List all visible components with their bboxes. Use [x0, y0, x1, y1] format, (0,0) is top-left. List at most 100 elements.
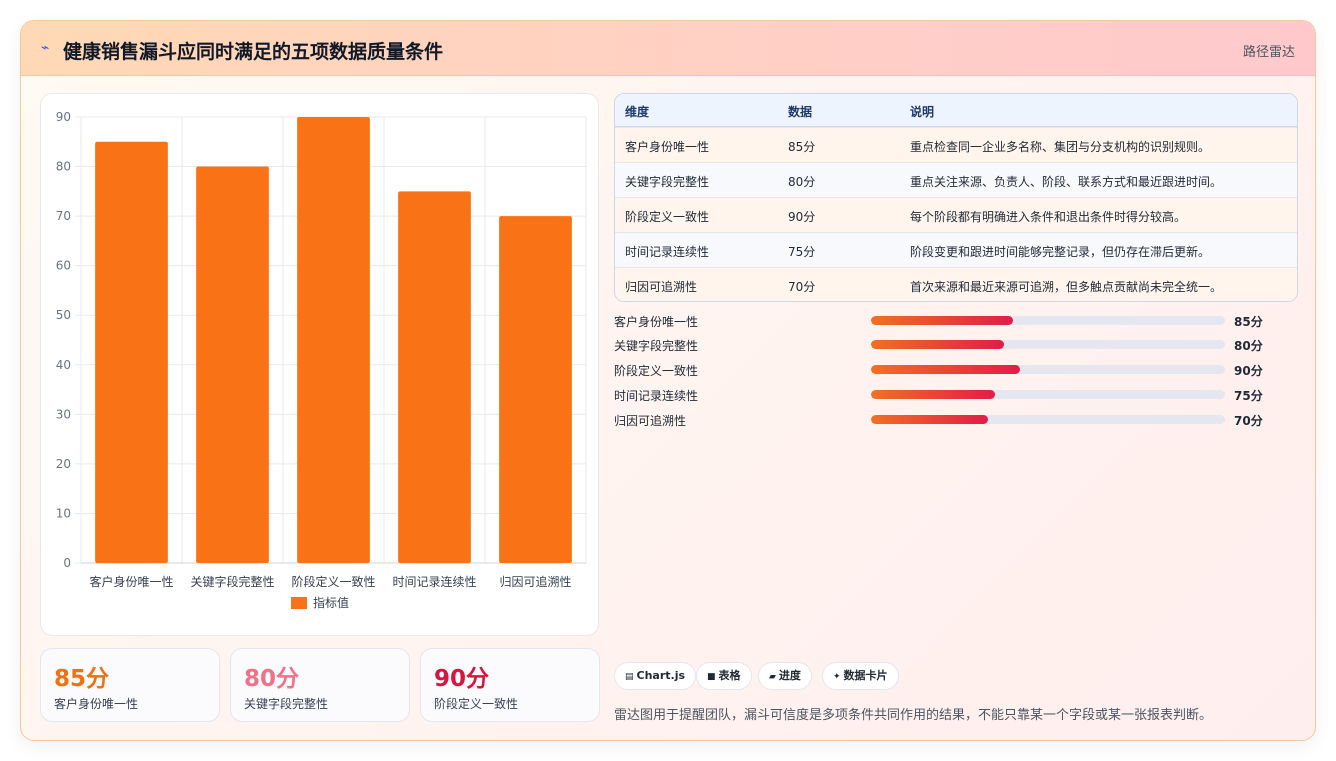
table-header-cell: 说明: [910, 105, 935, 119]
legend-swatch: [291, 597, 307, 609]
pill-label: 进度: [778, 669, 801, 682]
progress-value: 90分: [1234, 364, 1263, 378]
stat-value: 90分: [434, 666, 490, 692]
progress-value: 70分: [1234, 414, 1263, 428]
bar-chart-svg: 0 10 20 30 40 50 60 70 80 90 客户身份唯一性 关键字段完整性 阶段定义一致性…: [56, 110, 587, 610]
progress-fill: [871, 316, 1013, 325]
page-title: 健康销售漏斗应同时满足的五项数据质量条件: [63, 41, 444, 63]
table-header-row: 维度 数据 说明: [615, 94, 1297, 127]
y-tick-label: 60: [56, 259, 71, 273]
y-tick-label: 20: [56, 457, 71, 471]
header: ⌁ 健康销售漏斗应同时满足的五项数据质量条件 路径雷达: [21, 21, 1315, 76]
stat-card-1: 85分 客户身份唯一性: [40, 648, 220, 722]
progress-label: 阶段定义一致性: [614, 364, 699, 378]
pill-label: Chart.js: [636, 669, 686, 682]
table-cell-dimension: 客户身份唯一性: [625, 140, 710, 154]
stat-value: 80分: [244, 666, 300, 692]
table-cell-description: 重点检查同一企业多名称、集团与分支机构的识别规则。: [910, 140, 1211, 154]
bar: [499, 216, 572, 563]
legend-label: 指标值: [313, 595, 349, 610]
table-row: 归因可追溯性 70分 首次来源和最近来源可追溯，但多触点贡献尚未完全统一。: [615, 267, 1297, 301]
pill-progress[interactable]: ▰ 进度: [758, 662, 812, 690]
table-cell-description: 首次来源和最近来源可追溯，但多触点贡献尚未完全统一。: [910, 280, 1223, 294]
y-tick-label: 10: [56, 506, 71, 520]
progress-row: 时间记录连续性 75分: [614, 385, 1294, 405]
progress-track: [871, 415, 1225, 424]
progress-value: 75分: [1234, 389, 1263, 403]
stat-label: 关键字段完整性: [244, 697, 329, 711]
table-row: 阶段定义一致性 90分 每个阶段都有明确进入条件和退出条件时得分较高。: [615, 197, 1297, 232]
bar: [95, 141, 168, 563]
table-cell-value: 70分: [788, 280, 816, 294]
progress-track: [871, 316, 1225, 325]
data-table: 维度 数据 说明 客户身份唯一性 85分 重点检查同一企业多名称、集团与分支机构…: [614, 93, 1298, 302]
table-cell-value: 85分: [788, 140, 816, 154]
table-row: 时间记录连续性 75分 阶段变更和跟进时间能够完整记录，但仍存在滞后更新。: [615, 232, 1297, 267]
pill-label: 表格: [718, 669, 741, 682]
y-tick-label: 70: [56, 209, 71, 223]
table-cell-value: 75分: [788, 245, 816, 259]
pill-data-card[interactable]: ✦ 数据卡片: [822, 662, 899, 690]
x-tick-label: 客户身份唯一性: [89, 574, 173, 589]
progress-row: 阶段定义一致性 90分: [614, 360, 1294, 380]
bar: [196, 166, 269, 564]
pill-chartjs[interactable]: ▤ Chart.js: [614, 662, 697, 690]
y-tick-label: 90: [56, 110, 71, 124]
table-row: 客户身份唯一性 85分 重点检查同一企业多名称、集团与分支机构的识别规则。: [615, 127, 1297, 162]
progress-label: 客户身份唯一性: [614, 315, 699, 329]
table-row: 关键字段完整性 80分 重点关注来源、负责人、阶段、联系方式和最近跟进时间。: [615, 162, 1297, 197]
progress-fill: [871, 415, 988, 424]
chart-icon: ▤: [625, 672, 634, 682]
x-tick-label: 时间记录连续性: [392, 574, 476, 589]
pill-table[interactable]: ■ 表格: [696, 662, 752, 690]
bolt-icon: ⌁: [41, 40, 50, 56]
progress-label: 关键字段完整性: [614, 339, 699, 353]
table-cell-dimension: 关键字段完整性: [625, 175, 710, 189]
y-tick-label: 40: [56, 358, 71, 372]
bar: [297, 117, 370, 563]
progress-row: 归因可追溯性 70分: [614, 410, 1294, 430]
progress-label: 归因可追溯性: [614, 414, 687, 428]
bar: [398, 191, 471, 563]
y-tick-label: 0: [63, 556, 71, 570]
table-cell-dimension: 归因可追溯性: [625, 280, 698, 294]
sparkle-icon: ✦: [833, 672, 841, 682]
table-cell-description: 重点关注来源、负责人、阶段、联系方式和最近跟进时间。: [910, 175, 1223, 189]
table-header-cell: 数据: [788, 105, 813, 119]
table-cell-description: 每个阶段都有明确进入条件和退出条件时得分较高。: [910, 210, 1187, 224]
table-cell-dimension: 阶段定义一致性: [625, 210, 710, 224]
table-cell-dimension: 时间记录连续性: [625, 245, 710, 259]
table-icon: ■: [707, 672, 716, 682]
progress-icon: ▰: [769, 672, 776, 682]
y-tick-label: 80: [56, 160, 71, 174]
table-cell-value: 90分: [788, 210, 816, 224]
progress-fill: [871, 390, 995, 399]
bar-chart: 0 10 20 30 40 50 60 70 80 90 客户身份唯一性 关键字段完整性 阶段定义一致性…: [40, 93, 599, 636]
x-tick-label: 归因可追溯性: [499, 574, 571, 589]
progress-value: 85分: [1234, 315, 1263, 329]
x-tick-label: 阶段定义一致性: [291, 574, 375, 589]
progress-track: [871, 390, 1225, 399]
progress-track: [871, 365, 1225, 374]
stat-card-2: 80分 关键字段完整性: [230, 648, 410, 722]
progress-fill: [871, 365, 1020, 374]
y-tick-label: 50: [56, 308, 71, 322]
main-card: ⌁ 健康销售漏斗应同时满足的五项数据质量条件 路径雷达 0 10 20 30 40 50 6…: [20, 20, 1316, 741]
stat-value: 85分: [54, 666, 110, 692]
table-cell-description: 阶段变更和跟进时间能够完整记录，但仍存在滞后更新。: [910, 245, 1211, 259]
pill-label: 数据卡片: [843, 669, 888, 682]
progress-value: 80分: [1234, 339, 1263, 353]
footer-note: 雷达图用于提醒团队，漏斗可信度是多项条件共同作用的结果，不能只靠某一个字段或某一…: [614, 708, 1213, 723]
progress-fill: [871, 340, 1004, 349]
progress-track: [871, 340, 1225, 349]
stat-label: 客户身份唯一性: [54, 697, 139, 711]
table-header-cell: 维度: [625, 105, 650, 119]
y-tick-label: 30: [56, 407, 71, 421]
stat-label: 阶段定义一致性: [434, 697, 519, 711]
progress-row: 关键字段完整性 80分: [614, 335, 1294, 355]
progress-row: 客户身份唯一性 85分: [614, 311, 1294, 331]
progress-label: 时间记录连续性: [614, 389, 699, 403]
table-cell-value: 80分: [788, 175, 816, 189]
header-tag: 路径雷达: [1242, 45, 1295, 60]
stat-card-3: 90分 阶段定义一致性: [420, 648, 600, 722]
